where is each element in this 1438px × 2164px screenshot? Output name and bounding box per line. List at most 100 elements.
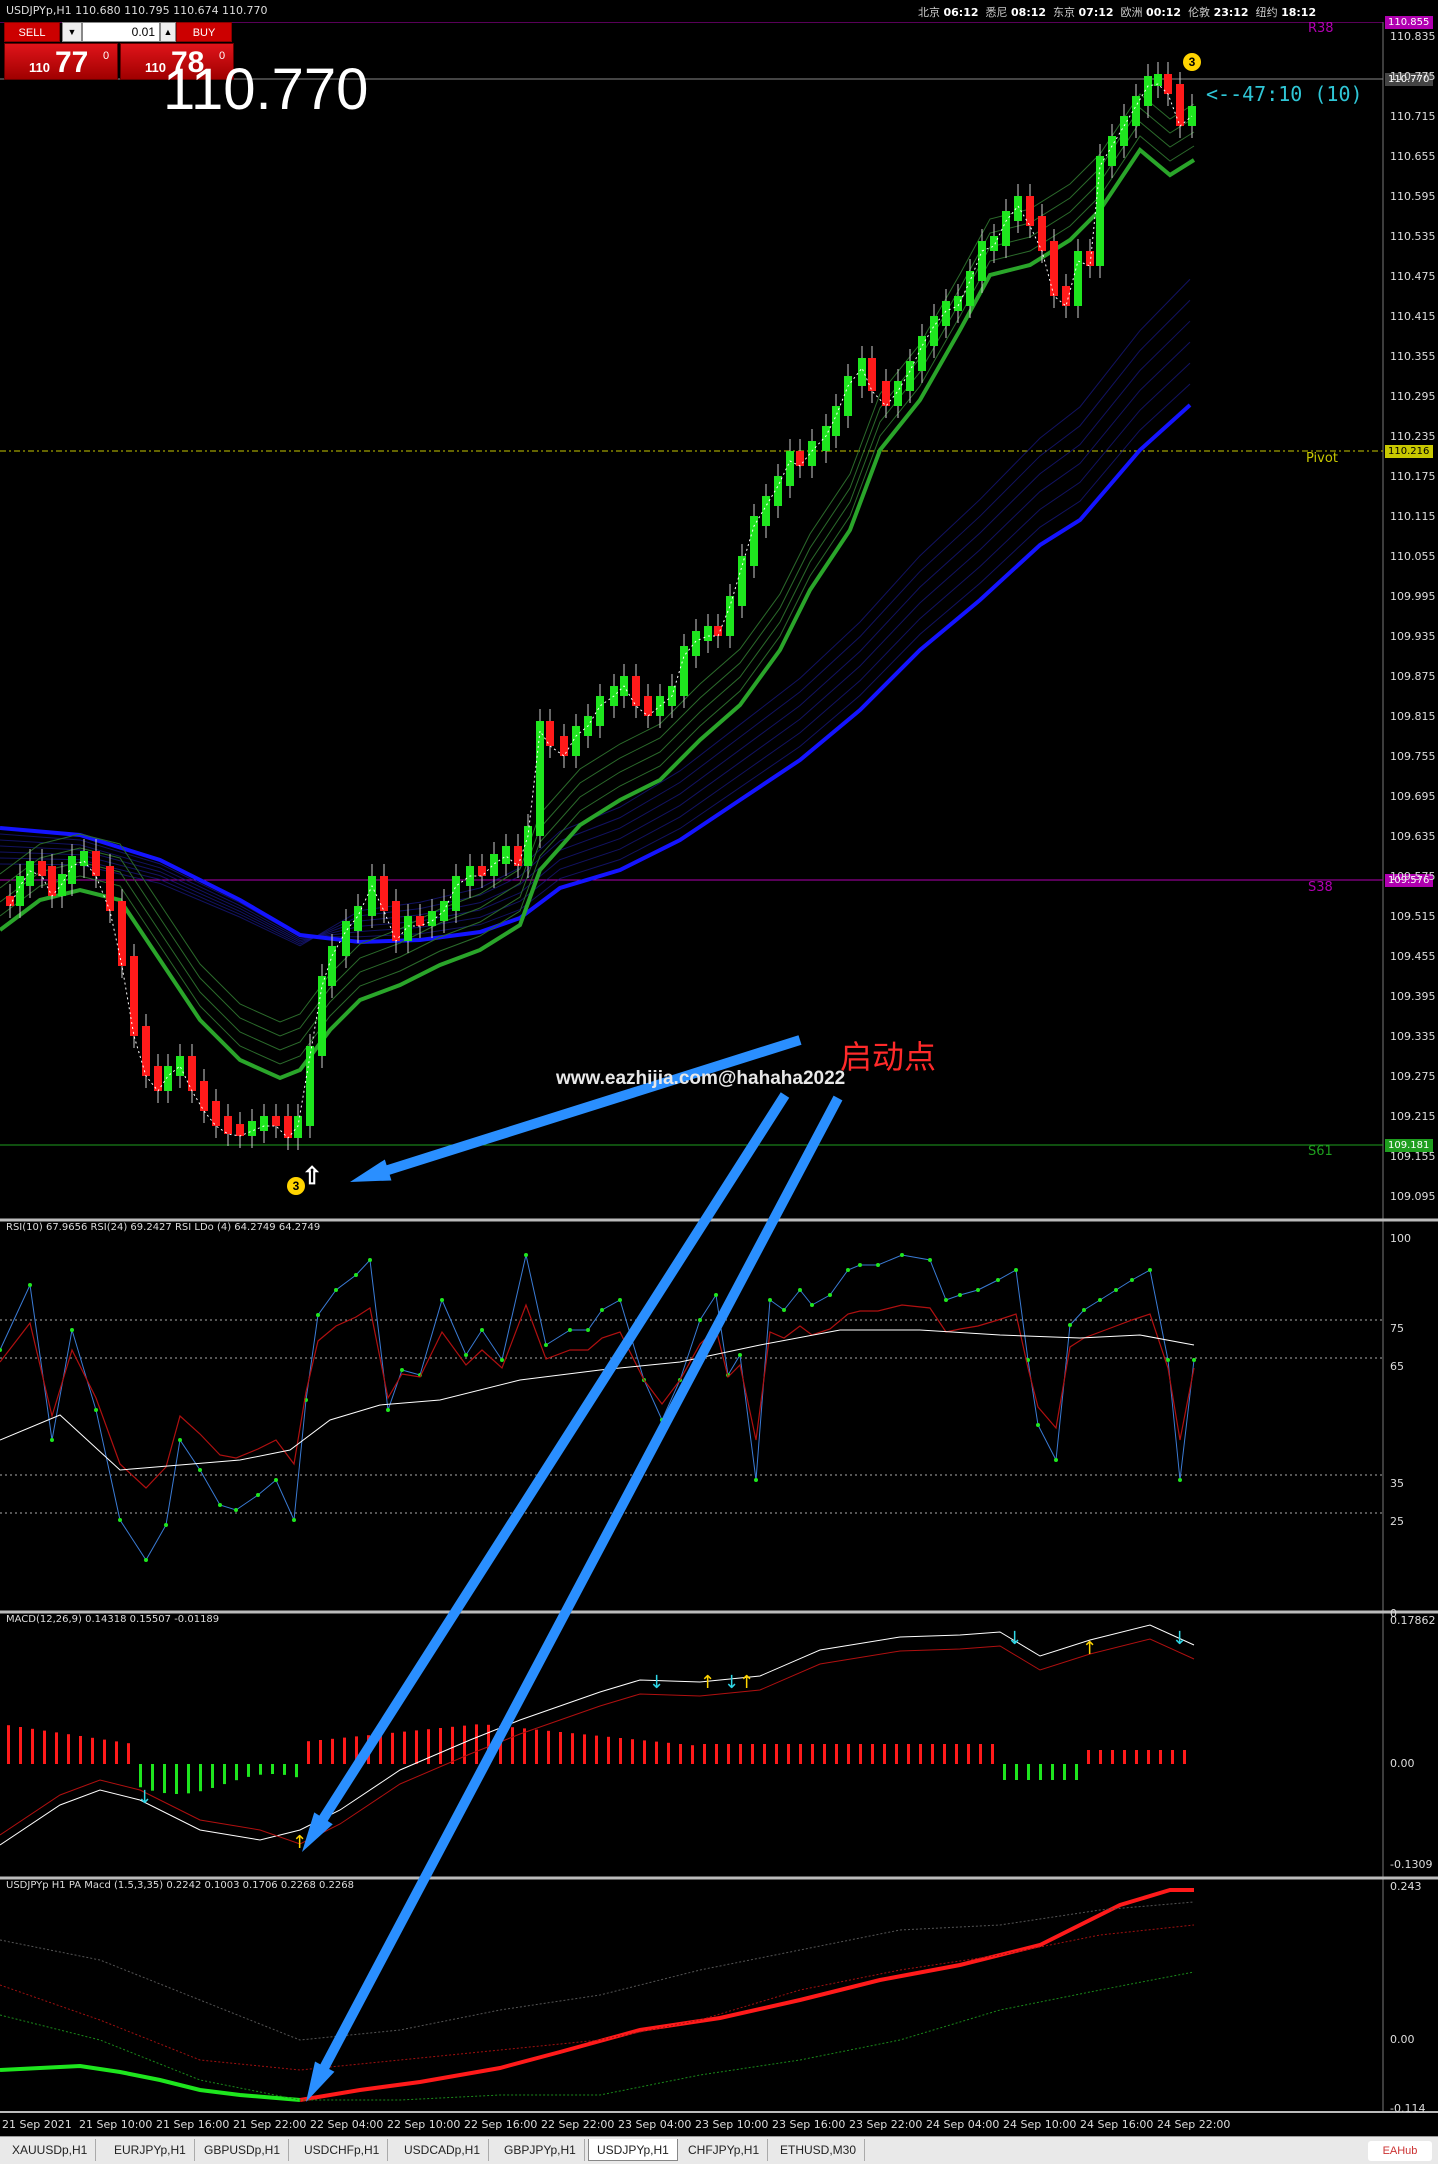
buy-button[interactable]: BUY bbox=[176, 22, 232, 42]
macd-histogram-bar bbox=[991, 1744, 994, 1764]
macd-histogram-bar bbox=[43, 1730, 46, 1764]
price-axis-label: 109.995 bbox=[1390, 590, 1436, 603]
rsi-point bbox=[28, 1283, 32, 1287]
chart-tab[interactable]: USDCHFp,H1 bbox=[296, 2139, 389, 2161]
bear-candle bbox=[224, 1116, 232, 1134]
price-axis-label: 110.415 bbox=[1390, 310, 1436, 323]
sell-price-box[interactable]: 110 77 0 bbox=[4, 43, 118, 80]
time-axis-label: 24 Sep 16:00 bbox=[1080, 2118, 1154, 2131]
level-label-s38: S38 bbox=[1308, 880, 1333, 895]
bear-candle bbox=[882, 381, 890, 406]
chart-tab[interactable]: GBPJPYp,H1 bbox=[496, 2139, 585, 2161]
macd-histogram-bar bbox=[79, 1736, 82, 1764]
macd-histogram-bar bbox=[127, 1743, 130, 1764]
rsi-point bbox=[94, 1408, 98, 1412]
time-axis-label: 22 Sep 22:00 bbox=[541, 2118, 615, 2131]
lot-size-input[interactable]: 0.01 bbox=[82, 22, 160, 42]
macd-histogram-bar bbox=[655, 1741, 658, 1764]
macd-histogram-bar bbox=[283, 1764, 286, 1775]
macd-histogram-bar bbox=[907, 1744, 910, 1764]
chart-tab[interactable]: CHFJPYp,H1 bbox=[680, 2139, 769, 2161]
macd-histogram-bar bbox=[1099, 1750, 1102, 1764]
macd-histogram-bar bbox=[439, 1728, 442, 1764]
macd-histogram-bar bbox=[847, 1744, 850, 1764]
bull-candle bbox=[704, 626, 712, 641]
rsi-point bbox=[480, 1328, 484, 1332]
chart-tab[interactable]: ETHUSD,M30 bbox=[772, 2139, 866, 2161]
macd-histogram-bar bbox=[883, 1744, 886, 1764]
time-axis-label: 22 Sep 04:00 bbox=[310, 2118, 384, 2131]
macd-histogram-bar bbox=[163, 1764, 166, 1794]
price-axis-label: 110.655 bbox=[1390, 150, 1436, 163]
bull-candle bbox=[1074, 251, 1082, 306]
price-axis-label: 109.515 bbox=[1390, 910, 1436, 923]
macd-histogram-bar bbox=[271, 1764, 274, 1775]
macd-histogram-bar bbox=[799, 1744, 802, 1764]
time-axis-label: 24 Sep 04:00 bbox=[926, 2118, 1000, 2131]
bull-candle bbox=[452, 876, 460, 911]
time-axis-label: 23 Sep 22:00 bbox=[849, 2118, 923, 2131]
time-axis-label: 21 Sep 10:00 bbox=[79, 2118, 153, 2131]
bear-candle bbox=[478, 866, 486, 876]
sell-button[interactable]: SELL bbox=[4, 22, 60, 42]
bear-candle bbox=[560, 736, 568, 756]
pamacd-panel-title: USDJPYp H1 PA Macd (1.5,3,35) 0.2242 0.1… bbox=[6, 1880, 355, 1891]
time-axis-label: 23 Sep 04:00 bbox=[618, 2118, 692, 2131]
macd-up-arrow-icon: ↑ bbox=[1082, 1638, 1097, 1659]
bull-candle bbox=[328, 946, 336, 986]
sell-price-fraction: 0 bbox=[103, 50, 110, 62]
time-axis-label: 24 Sep 22:00 bbox=[1157, 2118, 1231, 2131]
time-axis-label: 22 Sep 10:00 bbox=[387, 2118, 461, 2131]
bear-candle bbox=[644, 696, 652, 716]
macd-histogram-bar bbox=[115, 1741, 118, 1764]
bull-candle bbox=[248, 1121, 256, 1136]
world-clocks: 北京 06:12 悉尼 08:12 东京 07:12 欧洲 00:12 伦敦 2… bbox=[918, 4, 1316, 20]
price-axis-label: 110.295 bbox=[1390, 390, 1436, 403]
bull-candle bbox=[1132, 96, 1140, 126]
bear-candle bbox=[92, 851, 100, 876]
macd-histogram-bar bbox=[751, 1744, 754, 1764]
macd-histogram-bar bbox=[1039, 1764, 1042, 1780]
macd-histogram-bar bbox=[811, 1744, 814, 1764]
macd-histogram-bar bbox=[931, 1744, 934, 1764]
bull-candle bbox=[294, 1116, 302, 1138]
chart-tab[interactable]: USDCADp,H1 bbox=[396, 2139, 490, 2161]
chart-tab[interactable]: EURJPYp,H1 bbox=[106, 2139, 195, 2161]
macd-histogram-bar bbox=[691, 1745, 694, 1764]
macd-histogram-bar bbox=[295, 1764, 298, 1778]
rsi-point bbox=[500, 1358, 504, 1362]
macd-histogram-bar bbox=[1003, 1764, 1006, 1780]
chart-tab[interactable]: XAUUSDp,H1 bbox=[4, 2139, 97, 2161]
macd-histogram-bar bbox=[859, 1744, 862, 1764]
rsi-point bbox=[714, 1293, 718, 1297]
clock-city: 伦敦 bbox=[1188, 6, 1211, 19]
rsi-point bbox=[768, 1298, 772, 1302]
price-axis-label: 109.755 bbox=[1390, 750, 1436, 763]
bull-candle bbox=[858, 358, 866, 386]
lot-down-arrow-icon[interactable]: ▼ bbox=[62, 22, 82, 42]
chart-tab[interactable]: GBPUSDp,H1 bbox=[196, 2139, 290, 2161]
bull-candle bbox=[680, 646, 688, 696]
bull-candle bbox=[918, 336, 926, 371]
price-axis-label: 110.355 bbox=[1390, 350, 1436, 363]
macd-histogram-bar bbox=[583, 1734, 586, 1764]
rsi-axis-label: 25 bbox=[1390, 1515, 1404, 1528]
chart-tab[interactable]: USDJPYp,H1 bbox=[588, 2139, 678, 2161]
rsi-point bbox=[1082, 1308, 1086, 1312]
bull-candle bbox=[490, 854, 498, 876]
macd-histogram-bar bbox=[139, 1764, 142, 1788]
eahub-logo: EAHub bbox=[1368, 2141, 1432, 2161]
macd-histogram-bar bbox=[475, 1724, 478, 1764]
time-axis-label: 22 Sep 16:00 bbox=[464, 2118, 538, 2131]
macd-histogram-bar bbox=[511, 1727, 514, 1764]
bull-candle bbox=[596, 696, 604, 726]
rsi-point bbox=[828, 1293, 832, 1297]
bull-candle bbox=[822, 426, 830, 451]
price-axis-label: 110.835 bbox=[1390, 30, 1436, 43]
lot-up-arrow-icon[interactable]: ▲ bbox=[160, 22, 176, 42]
price-axis-label: 109.695 bbox=[1390, 790, 1436, 803]
rsi-point bbox=[1148, 1268, 1152, 1272]
macd-down-arrow-icon: ↓ bbox=[137, 1787, 152, 1808]
rsi-point bbox=[544, 1343, 548, 1347]
rsi-point bbox=[400, 1368, 404, 1372]
